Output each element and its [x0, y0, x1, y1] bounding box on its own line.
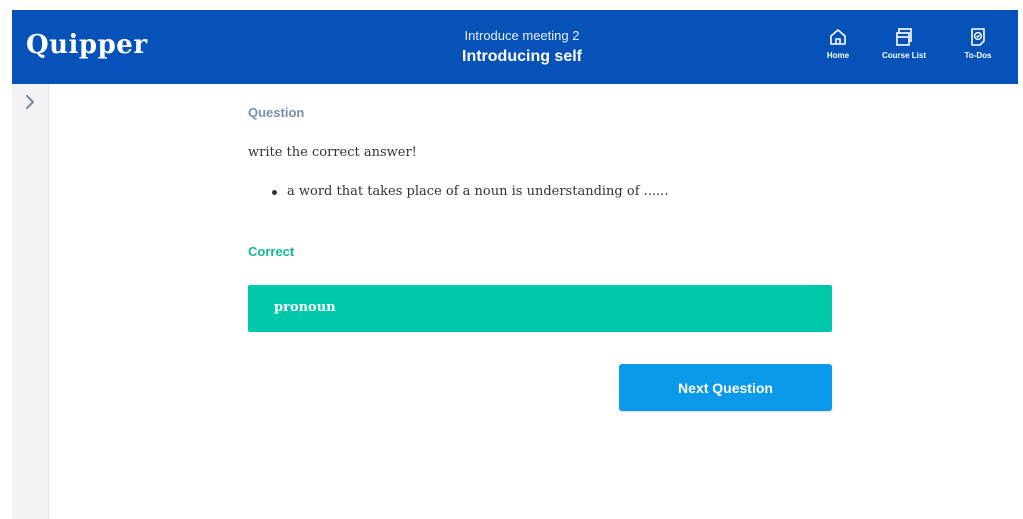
course-list-icon: [874, 27, 934, 47]
todos-icon: [948, 27, 1008, 47]
answer-text: pronoun: [274, 300, 336, 315]
sidebar-toggle-button[interactable]: [12, 90, 48, 116]
next-question-button[interactable]: Next Question: [619, 364, 832, 411]
collapsed-sidebar: [12, 84, 49, 519]
question-bullet-list: a word that takes place of a noun is und…: [272, 184, 668, 199]
page-left-margin: [0, 10, 12, 519]
question-bullet-text: a word that takes place of a noun is und…: [287, 184, 669, 199]
answer-box: pronoun: [248, 285, 832, 332]
page-right-margin: [1018, 10, 1023, 519]
question-prompt: write the correct answer!: [248, 145, 417, 160]
nav-course-list-button[interactable]: Course List: [874, 27, 934, 60]
lesson-subtitle: Introduce meeting 2: [464, 28, 580, 43]
nav-todos-button[interactable]: To-Dos: [948, 27, 1008, 60]
bullet-dot-icon: [272, 190, 277, 195]
lesson-title-block: Introduce meeting 2 Introducing self: [372, 28, 672, 68]
nav-todos-label: To-Dos: [964, 51, 992, 60]
question-heading: Question: [248, 105, 305, 120]
nav-home-label: Home: [826, 51, 850, 60]
top-header: Quipper Introduce meeting 2 Introducing …: [12, 10, 1018, 84]
nav-home-button[interactable]: Home: [808, 27, 868, 60]
chevron-right-icon: [12, 94, 48, 110]
app-logo[interactable]: Quipper: [26, 30, 148, 60]
result-label: Correct: [248, 244, 295, 259]
lesson-title: Introducing self: [462, 48, 582, 65]
page-top-margin: [0, 0, 1023, 10]
home-icon: [808, 27, 868, 47]
nav-course-list-label: Course List: [881, 51, 926, 60]
question-bullet-item: a word that takes place of a noun is und…: [272, 184, 668, 199]
